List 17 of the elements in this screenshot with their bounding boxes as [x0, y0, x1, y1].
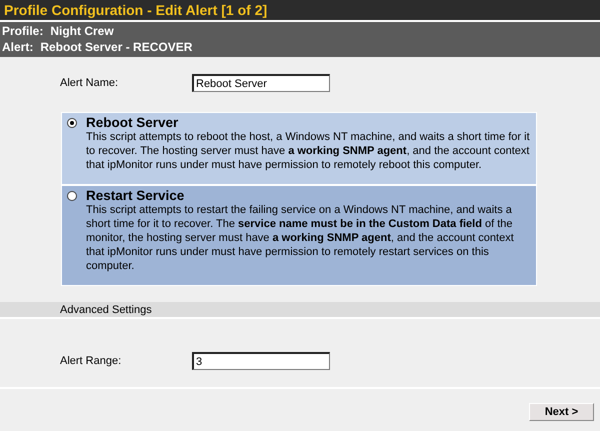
window-title: Profile Configuration - Edit Alert [1 of 2]	[4, 2, 268, 18]
radio-button[interactable]	[67, 118, 77, 128]
profile-value: Night Crew	[50, 24, 114, 38]
profile-label: Profile:	[2, 24, 44, 38]
option-title: Restart Service	[86, 188, 186, 203]
alert-range-field[interactable]: 3	[192, 352, 330, 370]
section-title: Advanced Settings	[60, 304, 152, 316]
option-description: This script attempts to reboot the host, a Windows NT machine, and waits a short time for it to recover. The hosting server must have a working SNMP agent, and the account context that ipMonitor runs under must have permission to remotely reboot this computer.	[86, 130, 531, 172]
option-description: This script attempts to restart the failing service on a Windows NT machine, and waits a short time for it to recover. The service name must be in the Custom Data field of the monitor, the hosting server must have a working SNMP agent, and the account context that ipMonitor runs under must have permission to remotely restart services on this computer.	[86, 203, 515, 273]
alert-name-field[interactable]: Reboot Server	[192, 74, 330, 92]
field-label: Alert Name:	[60, 77, 120, 89]
alert-label: Alert:	[2, 40, 34, 54]
option-title: Reboot Server	[86, 115, 180, 130]
alert-value: Reboot Server - RECOVER	[40, 40, 192, 54]
next-button[interactable]: Next >	[529, 403, 594, 421]
field-label: Alert Range:	[60, 355, 122, 367]
radio-button[interactable]	[67, 191, 77, 201]
